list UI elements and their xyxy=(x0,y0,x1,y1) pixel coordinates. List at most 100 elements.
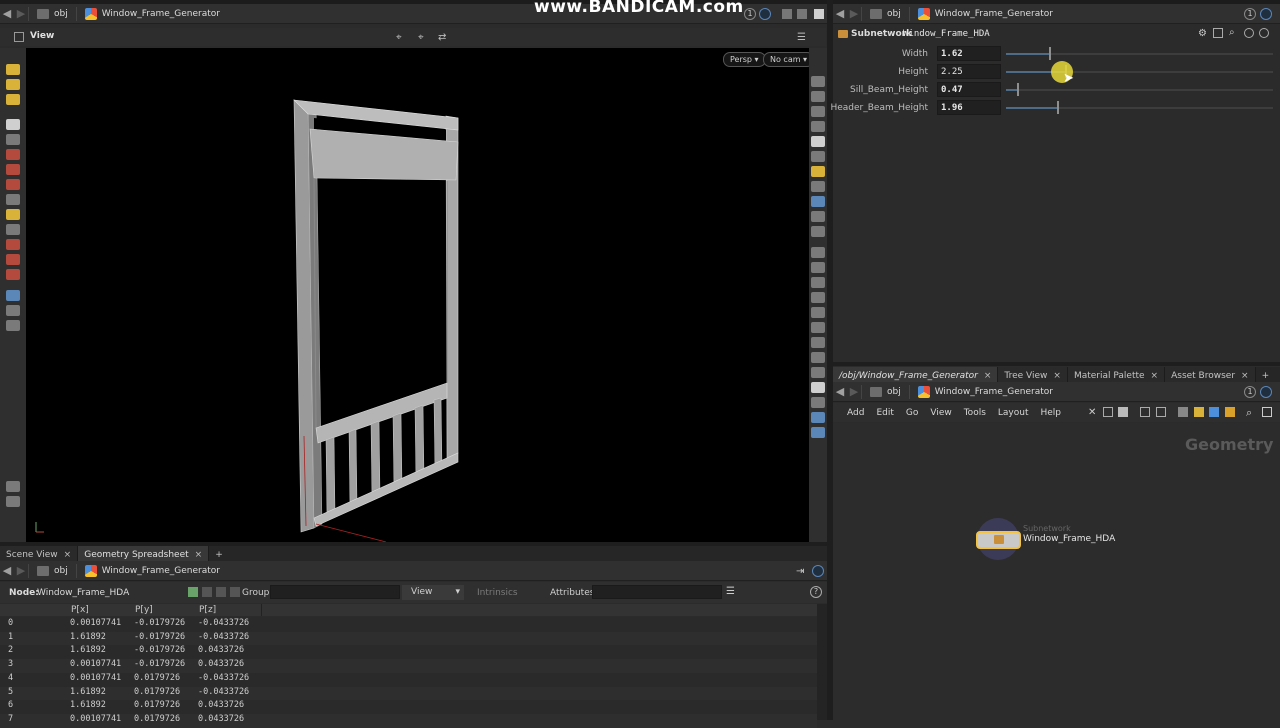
3d-viewport[interactable] xyxy=(26,48,809,542)
camera-icon[interactable] xyxy=(811,226,825,237)
loop-icon[interactable] xyxy=(6,239,20,250)
table-row[interactable]: 7 0.00107741 0.0179726 0.0433726 xyxy=(0,713,817,728)
close-icon[interactable]: × xyxy=(1151,371,1159,381)
slider-thumb[interactable] xyxy=(1048,47,1051,60)
menu-help[interactable]: Help xyxy=(1041,408,1062,418)
grid-icon[interactable] xyxy=(811,337,825,348)
text-icon[interactable] xyxy=(811,397,825,408)
display-options-icon[interactable] xyxy=(6,481,20,492)
loop-icon[interactable] xyxy=(6,254,20,265)
param-field[interactable]: 0.47 xyxy=(937,82,1001,97)
grid-icon[interactable] xyxy=(811,352,825,363)
attribute-list-icon[interactable]: ☰ xyxy=(726,586,738,598)
layout-icon[interactable] xyxy=(782,9,792,19)
display-icon[interactable] xyxy=(6,320,20,331)
close-icon[interactable]: × xyxy=(1241,371,1249,381)
slider-thumb[interactable] xyxy=(1056,101,1059,114)
forward-arrow-icon[interactable]: ▶ xyxy=(14,7,28,20)
type-properties-icon[interactable] xyxy=(1213,28,1223,38)
column-header-px[interactable]: P[x] xyxy=(71,605,89,615)
lock-icon[interactable] xyxy=(811,106,825,117)
folder-icon[interactable] xyxy=(1225,407,1235,417)
menu-go[interactable]: Go xyxy=(906,408,918,418)
tree-icon[interactable] xyxy=(1103,407,1113,417)
persp-menu[interactable]: Persp ▾ xyxy=(723,52,766,67)
detail-icon[interactable] xyxy=(230,587,240,597)
subnetwork-node[interactable] xyxy=(976,531,1021,549)
handle-icon[interactable] xyxy=(6,194,20,205)
table-row[interactable]: 5 1.61892 0.0179726 -0.0433726 xyxy=(0,686,817,701)
vertices-icon[interactable] xyxy=(202,587,212,597)
primitives-icon[interactable] xyxy=(216,587,226,597)
menu-add[interactable]: Add xyxy=(847,408,864,418)
node-name-label[interactable]: Window_Frame_HDA xyxy=(1023,534,1115,544)
table-row[interactable]: 4 0.00107741 0.0179726 -0.0433726 xyxy=(0,673,817,687)
gear-icon[interactable]: ⚙ xyxy=(1198,28,1208,39)
table-row[interactable]: 2 1.61892 -0.0179726 0.0433726 xyxy=(0,645,817,659)
camera-icon[interactable] xyxy=(811,211,825,222)
camera-icon[interactable] xyxy=(1262,407,1272,417)
search-icon[interactable]: ⌕ xyxy=(1246,406,1256,419)
pin-icon[interactable] xyxy=(811,367,825,378)
snap-icon[interactable] xyxy=(6,290,20,301)
breadcrumb-node[interactable]: Window_Frame_Generator xyxy=(910,382,1061,401)
attributes-input[interactable] xyxy=(592,585,722,599)
viewport-options-icon[interactable]: ☰ xyxy=(797,32,809,43)
shading-icon[interactable] xyxy=(811,151,825,162)
measure-icon[interactable] xyxy=(6,209,20,220)
points-icon[interactable] xyxy=(188,587,198,597)
param-slider[interactable] xyxy=(1006,83,1273,96)
settings-icon[interactable] xyxy=(6,305,20,316)
hand-icon[interactable] xyxy=(811,307,825,318)
select-mode-icon[interactable]: ⌖ xyxy=(396,32,406,43)
background-icon[interactable] xyxy=(6,496,20,507)
hand-icon[interactable] xyxy=(811,322,825,333)
spreadsheet-scrollbar[interactable] xyxy=(817,604,827,720)
forward-arrow-icon[interactable]: ▶ xyxy=(847,7,861,20)
grid-icon[interactable] xyxy=(1156,407,1166,417)
transform-icon[interactable] xyxy=(6,179,20,190)
breadcrumb-obj[interactable]: obj xyxy=(29,4,76,23)
menu-layout[interactable]: Layout xyxy=(998,408,1029,418)
pose-icon[interactable] xyxy=(6,149,20,160)
network-editor-canvas[interactable] xyxy=(833,423,1280,720)
select-arrow-icon[interactable] xyxy=(6,119,20,130)
param-slider[interactable] xyxy=(1006,101,1273,114)
ghost-icon[interactable] xyxy=(811,76,825,87)
intrinsics-button[interactable]: Intrinsics xyxy=(477,588,518,598)
close-icon[interactable] xyxy=(811,121,825,132)
close-icon[interactable]: × xyxy=(1053,371,1061,381)
sphere-icon[interactable] xyxy=(811,136,825,147)
table-row[interactable]: 6 1.61892 0.0179726 0.0433726 xyxy=(0,700,817,714)
search-icon[interactable]: ⌕ xyxy=(1229,27,1239,38)
forward-arrow-icon[interactable]: ▶ xyxy=(847,385,861,398)
back-arrow-icon[interactable]: ◀ xyxy=(833,385,847,398)
magnet-icon[interactable] xyxy=(6,269,20,280)
list-icon[interactable] xyxy=(1118,407,1128,417)
no-cam-menu[interactable]: No cam ▾ xyxy=(763,52,815,67)
menu-tools[interactable]: Tools xyxy=(964,408,986,418)
param-slider[interactable] xyxy=(1006,47,1273,60)
menu-edit[interactable]: Edit xyxy=(876,408,893,418)
forward-arrow-icon[interactable]: ▶ xyxy=(14,564,28,577)
breadcrumb-node[interactable]: Window_Frame_Generator xyxy=(77,4,228,23)
param-field[interactable]: 1.96 xyxy=(937,100,1001,115)
back-arrow-icon[interactable]: ◀ xyxy=(833,7,847,20)
edge-icon[interactable] xyxy=(811,262,825,273)
link-icon[interactable] xyxy=(1260,386,1272,398)
breadcrumb-obj[interactable]: obj xyxy=(862,4,909,23)
breadcrumb-node[interactable]: Window_Frame_Generator xyxy=(77,561,228,580)
paint-icon[interactable] xyxy=(6,64,20,75)
breadcrumb-obj[interactable]: obj xyxy=(862,382,909,401)
light-icon[interactable] xyxy=(811,166,825,177)
pane-divider[interactable] xyxy=(833,362,1280,366)
link-icon[interactable] xyxy=(759,8,771,20)
image-icon[interactable] xyxy=(1209,407,1219,417)
help-icon[interactable]: ? xyxy=(810,586,822,598)
close-icon[interactable]: × xyxy=(195,550,203,560)
close-icon[interactable]: × xyxy=(64,550,72,560)
lock-icon[interactable] xyxy=(6,134,20,145)
network-badge[interactable]: 1 xyxy=(1244,386,1256,398)
light-icon[interactable] xyxy=(811,181,825,192)
handle-icon[interactable]: ⌖ xyxy=(418,32,428,43)
